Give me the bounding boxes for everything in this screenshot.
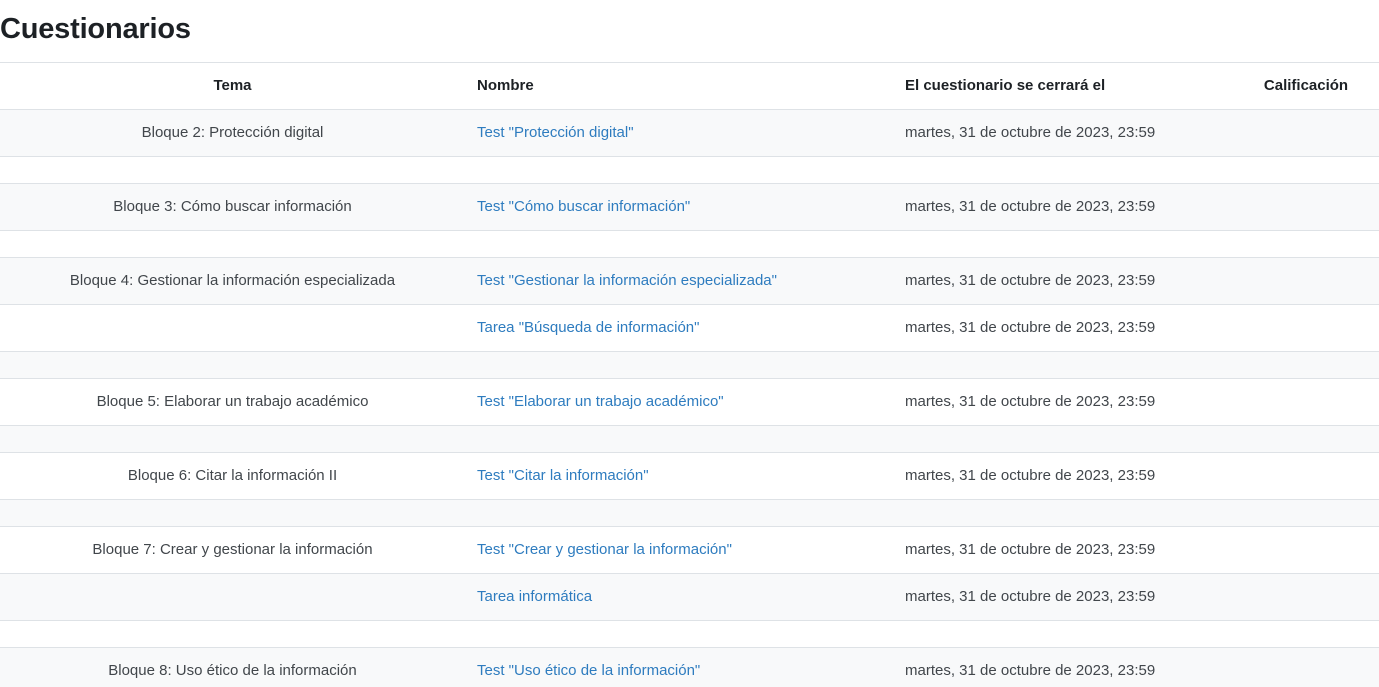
- header-row: Tema Nombre El cuestionario se cerrará e…: [0, 63, 1379, 110]
- column-header-nombre: Nombre: [465, 63, 893, 110]
- cell-calificacion: [1233, 110, 1379, 157]
- cell-calificacion: [1233, 574, 1379, 621]
- cell-calificacion: [1233, 184, 1379, 231]
- section-separator-row: [0, 426, 1379, 453]
- activity-link[interactable]: Test "Gestionar la información especiali…: [477, 272, 777, 289]
- table-row: Bloque 8: Uso ético de la información Te…: [0, 648, 1379, 687]
- table-row: Bloque 4: Gestionar la información espec…: [0, 258, 1379, 305]
- cell-nombre: Tarea informática: [465, 574, 893, 621]
- cell-calificacion: [1233, 500, 1379, 527]
- cell-tema: Bloque 8: Uso ético de la información: [0, 648, 465, 687]
- cell-calificacion: [1233, 648, 1379, 687]
- cell-nombre: Test "Citar la información": [465, 453, 893, 500]
- cell-tema: Bloque 5: Elaborar un trabajo académico: [0, 379, 465, 426]
- cell-nombre: Test "Cómo buscar información": [465, 184, 893, 231]
- cell-cierre: [893, 157, 1233, 184]
- activity-link[interactable]: Tarea "Búsqueda de información": [477, 319, 699, 336]
- activity-link[interactable]: Tarea informática: [477, 588, 592, 605]
- cell-tema: Bloque 4: Gestionar la información espec…: [0, 258, 465, 305]
- cell-calificacion: [1233, 231, 1379, 258]
- cell-calificacion: [1233, 305, 1379, 352]
- cell-tema: Bloque 7: Crear y gestionar la informaci…: [0, 527, 465, 574]
- quiz-index-table: Tema Nombre El cuestionario se cerrará e…: [0, 62, 1379, 687]
- section-separator-row: [0, 621, 1379, 648]
- cell-nombre: Test "Elaborar un trabajo académico": [465, 379, 893, 426]
- cell-cierre: [893, 500, 1233, 527]
- section-separator-row: [0, 352, 1379, 379]
- page-title: Cuestionarios: [0, 11, 1379, 47]
- cell-nombre: Test "Crear y gestionar la información": [465, 527, 893, 574]
- table-row: Bloque 3: Cómo buscar información Test "…: [0, 184, 1379, 231]
- cell-nombre: [465, 621, 893, 648]
- cell-tema: [0, 574, 465, 621]
- cell-cierre: martes, 31 de octubre de 2023, 23:59: [893, 453, 1233, 500]
- cell-nombre: [465, 157, 893, 184]
- cell-cierre: martes, 31 de octubre de 2023, 23:59: [893, 184, 1233, 231]
- cell-tema: [0, 157, 465, 184]
- activity-link[interactable]: Test "Protección digital": [477, 124, 634, 141]
- cell-nombre: [465, 426, 893, 453]
- cell-tema: [0, 352, 465, 379]
- table-row: Tarea "Búsqueda de información" martes, …: [0, 305, 1379, 352]
- cell-calificacion: [1233, 157, 1379, 184]
- cell-cierre: martes, 31 de octubre de 2023, 23:59: [893, 305, 1233, 352]
- activity-link[interactable]: Test "Cómo buscar información": [477, 198, 690, 215]
- activity-link[interactable]: Test "Citar la información": [477, 467, 649, 484]
- cell-nombre: Test "Gestionar la información especiali…: [465, 258, 893, 305]
- cell-nombre: Test "Uso ético de la información": [465, 648, 893, 687]
- table-row: Bloque 7: Crear y gestionar la informaci…: [0, 527, 1379, 574]
- cell-cierre: martes, 31 de octubre de 2023, 23:59: [893, 379, 1233, 426]
- section-separator-row: [0, 231, 1379, 258]
- cell-calificacion: [1233, 379, 1379, 426]
- table-row: Bloque 6: Citar la información II Test "…: [0, 453, 1379, 500]
- section-separator-row: [0, 500, 1379, 527]
- cell-nombre: [465, 231, 893, 258]
- cell-calificacion: [1233, 621, 1379, 648]
- cell-tema: [0, 231, 465, 258]
- table-row: Bloque 2: Protección digital Test "Prote…: [0, 110, 1379, 157]
- cell-cierre: martes, 31 de octubre de 2023, 23:59: [893, 648, 1233, 687]
- cell-cierre: [893, 231, 1233, 258]
- cell-nombre: Tarea "Búsqueda de información": [465, 305, 893, 352]
- cell-tema: [0, 305, 465, 352]
- cell-tema: [0, 426, 465, 453]
- cell-nombre: [465, 500, 893, 527]
- table-row: Bloque 5: Elaborar un trabajo académico …: [0, 379, 1379, 426]
- cell-nombre: [465, 352, 893, 379]
- column-header-calificacion: Calificación: [1233, 63, 1379, 110]
- cell-calificacion: [1233, 258, 1379, 305]
- cell-cierre: [893, 621, 1233, 648]
- cell-tema: Bloque 6: Citar la información II: [0, 453, 465, 500]
- column-header-cierre: El cuestionario se cerrará el: [893, 63, 1233, 110]
- column-header-tema: Tema: [0, 63, 465, 110]
- cell-calificacion: [1233, 352, 1379, 379]
- quiz-table-header: Tema Nombre El cuestionario se cerrará e…: [0, 63, 1379, 110]
- quiz-table-body: Bloque 2: Protección digital Test "Prote…: [0, 110, 1379, 687]
- cell-cierre: martes, 31 de octubre de 2023, 23:59: [893, 574, 1233, 621]
- activity-link[interactable]: Test "Elaborar un trabajo académico": [477, 393, 724, 410]
- activity-link[interactable]: Test "Crear y gestionar la información": [477, 541, 732, 558]
- cell-cierre: martes, 31 de octubre de 2023, 23:59: [893, 258, 1233, 305]
- section-separator-row: [0, 157, 1379, 184]
- cell-cierre: martes, 31 de octubre de 2023, 23:59: [893, 527, 1233, 574]
- cell-calificacion: [1233, 426, 1379, 453]
- cell-calificacion: [1233, 453, 1379, 500]
- cell-calificacion: [1233, 527, 1379, 574]
- cell-cierre: [893, 426, 1233, 453]
- cell-cierre: martes, 31 de octubre de 2023, 23:59: [893, 110, 1233, 157]
- cell-tema: Bloque 2: Protección digital: [0, 110, 465, 157]
- table-row: Tarea informática martes, 31 de octubre …: [0, 574, 1379, 621]
- cell-cierre: [893, 352, 1233, 379]
- cell-tema: [0, 621, 465, 648]
- activity-link[interactable]: Test "Uso ético de la información": [477, 662, 700, 679]
- cell-nombre: Test "Protección digital": [465, 110, 893, 157]
- cell-tema: Bloque 3: Cómo buscar información: [0, 184, 465, 231]
- cell-tema: [0, 500, 465, 527]
